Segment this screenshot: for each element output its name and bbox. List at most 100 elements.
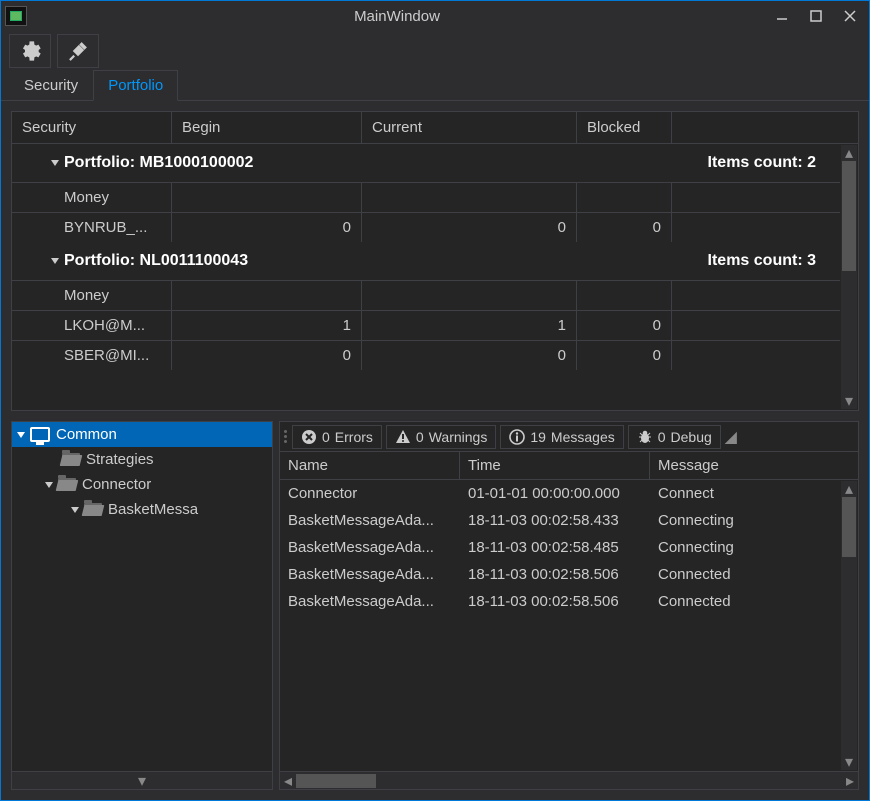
cell-current [362,281,577,310]
expand-icon [17,432,25,438]
log-row[interactable]: BasketMessageAda...18-11-03 00:02:58.506… [280,561,840,588]
scroll-down-button[interactable]: ▾ [841,754,857,770]
tab-security[interactable]: Security [9,70,93,100]
column-header-blocked[interactable]: Blocked [577,112,672,143]
tree-item-common[interactable]: Common [12,422,272,447]
log-panel: 0Errors 0Warnings 19Messages 0Debug ◢ [279,421,859,790]
cell-blocked: 0 [577,311,672,340]
log-row[interactable]: BasketMessageAda...18-11-03 00:02:58.433… [280,507,840,534]
cell-blocked [577,281,672,310]
log-row[interactable]: BasketMessageAda...18-11-03 00:02:58.485… [280,534,840,561]
table-row[interactable]: Money [12,182,840,212]
log-cell-time: 18-11-03 00:02:58.506 [460,561,650,588]
maximize-button[interactable] [801,5,831,27]
scroll-left-button[interactable]: ◂ [280,773,296,789]
log-vertical-scrollbar[interactable]: ▴ ▾ [841,481,857,770]
log-cell-time: 01-01-01 00:00:00.000 [460,480,650,507]
tab-portfolio[interactable]: Portfolio [93,70,178,101]
info-icon [509,429,525,445]
scroll-down-button[interactable]: ▾ [841,393,857,409]
plug-icon [67,40,89,62]
scroll-thumb[interactable] [296,774,376,788]
close-button[interactable] [835,5,865,27]
tree-item-strategies[interactable]: Strategies [12,447,272,472]
log-header-row: Name Time Message [280,452,858,480]
table-row[interactable]: Money [12,280,840,310]
cell-begin [172,281,362,310]
cell-security: Money [12,183,172,212]
filter-errors-button[interactable]: 0Errors [292,425,382,449]
filter-warnings-button[interactable]: 0Warnings [386,425,496,449]
monitor-icon [30,427,50,442]
folder-open-icon [58,478,76,491]
log-cell-message: Connecting [650,507,840,534]
log-column-name[interactable]: Name [280,452,460,479]
log-cell-message: Connecting [650,534,840,561]
log-filter-bar: 0Errors 0Warnings 19Messages 0Debug ◢ [280,422,858,452]
source-tree: CommonStrategiesConnector BasketMessa ▾ [11,421,273,790]
log-horizontal-scrollbar[interactable]: ◂ ▸ [280,771,858,789]
app-icon [5,6,27,26]
window-title: MainWindow [27,8,767,25]
group-label: Portfolio: MB1000100002 [64,154,253,172]
cell-blocked [577,183,672,212]
column-header-security[interactable]: Security [12,112,172,143]
tree-scroll-down[interactable]: ▾ [12,771,272,789]
group-label: Portfolio: NL0011100043 [64,252,248,270]
log-row[interactable]: Connector01-01-01 00:00:00.000Connect [280,480,840,507]
table-row[interactable]: BYNRUB_...000 [12,212,840,242]
grid-vertical-scrollbar[interactable]: ▴ ▾ [841,145,857,409]
scroll-up-button[interactable]: ▴ [841,481,857,497]
scroll-right-button[interactable]: ▸ [842,773,858,789]
group-header[interactable]: Portfolio: NL0011100043 Items count: 3 [12,242,840,280]
cell-security: LKOH@M... [12,311,172,340]
column-header-current[interactable]: Current [362,112,577,143]
gripper-icon[interactable] [280,430,290,443]
plugin-button[interactable] [57,34,99,68]
minimize-button[interactable] [767,5,797,27]
log-column-message[interactable]: Message [650,452,858,479]
cell-begin: 1 [172,311,362,340]
cell-blocked: 0 [577,341,672,370]
filter-overflow-button[interactable]: ◢ [723,425,739,449]
folder-open-icon [84,503,102,516]
cell-current [362,183,577,212]
error-icon [301,429,317,445]
tree-item-label: BasketMessa [108,501,198,518]
column-header-begin[interactable]: Begin [172,112,362,143]
table-row[interactable]: SBER@MI...000 [12,340,840,370]
tree-item-basketmessa[interactable]: BasketMessa [12,497,272,522]
tree-item-connector[interactable]: Connector [12,472,272,497]
log-cell-time: 18-11-03 00:02:58.433 [460,507,650,534]
folder-open-icon [62,453,80,466]
log-row[interactable]: BasketMessageAda...18-11-03 00:02:58.506… [280,588,840,615]
toolbar [1,31,869,71]
log-cell-name: Connector [280,480,460,507]
cell-current: 0 [362,213,577,242]
log-column-time[interactable]: Time [460,452,650,479]
filter-messages-button[interactable]: 19Messages [500,425,623,449]
scroll-thumb[interactable] [842,161,856,271]
group-header[interactable]: Portfolio: MB1000100002Items count: 2 [12,144,840,182]
log-cell-name: BasketMessageAda... [280,534,460,561]
table-row[interactable]: LKOH@M...110 [12,310,840,340]
cell-begin [172,183,362,212]
bug-icon [637,429,653,445]
group-count: Items count: 3 [708,252,840,270]
tabs-bar: Security Portfolio [1,71,869,101]
log-cell-name: BasketMessageAda... [280,507,460,534]
gear-icon [19,40,41,62]
log-cell-message: Connected [650,588,840,615]
cell-security: Money [12,281,172,310]
log-cell-time: 18-11-03 00:02:58.506 [460,588,650,615]
cell-blocked: 0 [577,213,672,242]
cell-current: 1 [362,311,577,340]
settings-button[interactable] [9,34,51,68]
portfolio-grid: Security Begin Current Blocked Portfolio… [11,111,859,411]
scroll-thumb[interactable] [842,497,856,557]
titlebar: MainWindow [1,1,869,31]
expand-icon [45,482,53,488]
expand-icon [51,258,59,264]
scroll-up-button[interactable]: ▴ [841,145,857,161]
filter-debug-button[interactable]: 0Debug [628,425,721,449]
